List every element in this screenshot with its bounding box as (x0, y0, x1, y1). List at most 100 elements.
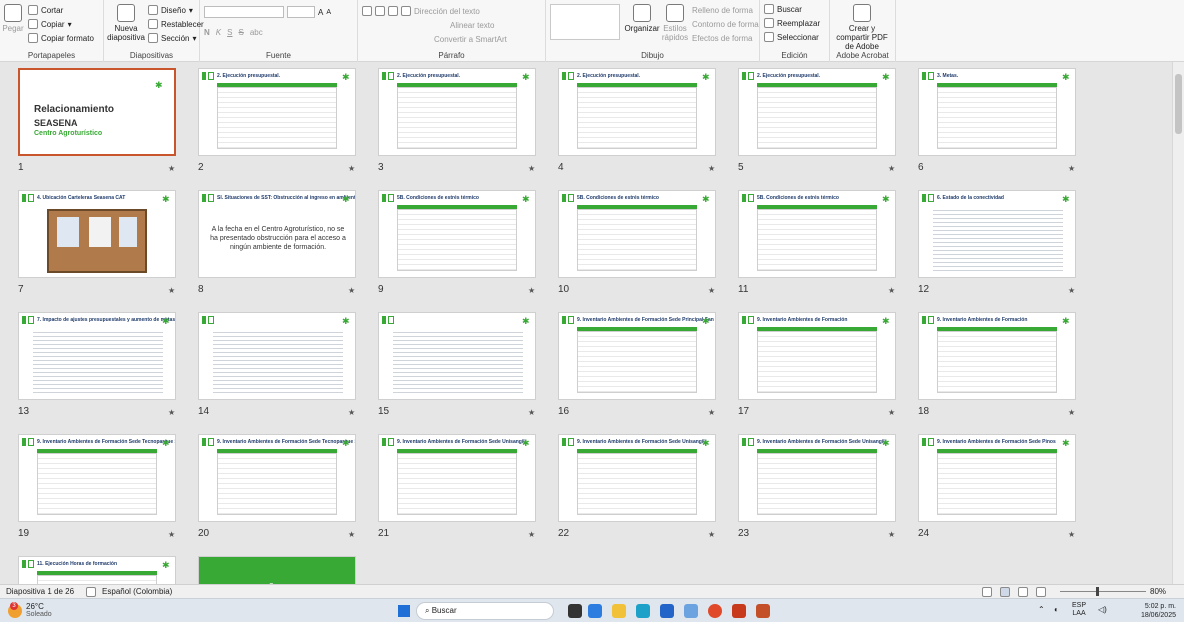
bold-button[interactable]: N (204, 28, 210, 37)
slide-thumbnail[interactable]: 11. Ejecución Horas de formación ✱ (18, 556, 176, 584)
reset-button[interactable]: Restablecer (148, 17, 204, 31)
outdent-icon[interactable] (401, 6, 411, 16)
transition-star-icon[interactable]: ★ (1068, 530, 1075, 539)
file-explorer-icon[interactable] (612, 604, 626, 618)
transition-star-icon[interactable]: ★ (888, 408, 895, 417)
find-button[interactable]: Buscar (764, 2, 825, 16)
transition-star-icon[interactable]: ★ (888, 164, 895, 173)
transition-star-icon[interactable]: ★ (1068, 164, 1075, 173)
powerpoint-icon[interactable] (756, 604, 770, 618)
numbering-icon[interactable] (375, 6, 385, 16)
copy-button[interactable]: Copiar ▾ (28, 17, 94, 31)
transition-star-icon[interactable]: ★ (528, 286, 535, 295)
transition-star-icon[interactable]: ★ (708, 408, 715, 417)
slide-thumbnail[interactable]: 3. Metas. ✱ (918, 68, 1076, 156)
transition-star-icon[interactable]: ★ (528, 408, 535, 417)
vertical-scrollbar[interactable] (1172, 62, 1184, 584)
transition-star-icon[interactable]: ★ (708, 286, 715, 295)
slide-thumbnail[interactable]: 9. Inventario Ambientes de Formación Sed… (558, 312, 716, 400)
transition-star-icon[interactable]: ★ (888, 530, 895, 539)
slide-thumbnail[interactable]: 4. Ubicación Carteleras Seasena CAT ✱ (18, 190, 176, 278)
slideshow-view-icon[interactable] (1036, 587, 1046, 597)
task-view-icon[interactable] (568, 604, 582, 618)
font-family-select[interactable] (204, 6, 284, 18)
slide-thumbnail[interactable]: 9. Inventario Ambientes de Formación Sed… (738, 434, 896, 522)
transition-star-icon[interactable]: ★ (348, 530, 355, 539)
slide-thumbnail[interactable]: 2. Ejecución presupuestal. ✱ (198, 68, 356, 156)
windows-start-icon[interactable] (398, 605, 410, 617)
replace-button[interactable]: Reemplazar (764, 16, 825, 30)
slide-thumbnail[interactable]: 9. Inventario Ambientes de Formación Sed… (378, 434, 536, 522)
bullets-icon[interactable] (362, 6, 372, 16)
quick-styles-button[interactable]: Estilos rápidos (660, 2, 690, 42)
zoom-slider[interactable] (1060, 587, 1146, 596)
slide-thumbnail[interactable]: 5B. Condiciones de estrés térmico ✱ (378, 190, 536, 278)
grow-font-button[interactable]: A (318, 8, 323, 17)
paste-button[interactable]: Pegar (2, 2, 24, 33)
char-spacing-button[interactable]: abc (250, 28, 263, 37)
network-icon[interactable]: ◐ (1054, 605, 1059, 614)
slide-thumbnail[interactable]: 9. Inventario Ambientes de Formación Sed… (198, 434, 356, 522)
acrobat-icon[interactable] (732, 604, 746, 618)
slide-thumbnail[interactable]: SI. Situaciones de SST: Obstrucción al i… (198, 190, 356, 278)
clock[interactable]: 5:02 p. m. 18/06/2025 (1126, 602, 1176, 620)
transition-star-icon[interactable]: ★ (168, 530, 175, 539)
indent-icon[interactable] (388, 6, 398, 16)
chevron-up-icon[interactable]: ⌃ (1038, 605, 1045, 614)
reading-view-icon[interactable] (1018, 587, 1028, 597)
shapes-gallery[interactable] (550, 4, 620, 40)
browser-icon[interactable] (588, 604, 602, 618)
slide-thumbnail[interactable]: 7. Impacto de ajustes presupuestales y a… (18, 312, 176, 400)
slide-sorter[interactable]: Relacionamiento SEASENA Centro Agroturísti… (0, 62, 1172, 584)
italic-button[interactable]: K (216, 28, 221, 37)
transition-star-icon[interactable]: ★ (528, 164, 535, 173)
transition-star-icon[interactable]: ★ (1068, 408, 1075, 417)
slide-thumbnail[interactable]: 2. Ejecución presupuestal. ✱ (738, 68, 896, 156)
slide-thumbnail[interactable]: Relacionamiento SEASENA Centro Agroturísti… (18, 68, 176, 156)
slide-thumbnail[interactable]: 6. Estado de la conectividad ✱ (918, 190, 1076, 278)
transition-star-icon[interactable]: ★ (708, 530, 715, 539)
scrollbar-thumb[interactable] (1175, 74, 1182, 134)
shrink-font-button[interactable]: A (326, 9, 331, 16)
cut-button[interactable]: Cortar (28, 3, 94, 17)
slide-thumbnail[interactable]: ✱ (198, 312, 356, 400)
transition-star-icon[interactable]: ★ (528, 530, 535, 539)
convert-smartart-button[interactable]: Convertir a SmartArt (362, 32, 541, 46)
format-painter-button[interactable]: Copiar formato (28, 31, 94, 45)
shape-fill-button[interactable]: Relleno de forma (692, 3, 759, 17)
layout-button[interactable]: Diseño ▾ (148, 3, 204, 17)
section-button[interactable]: Sección ▾ (148, 31, 204, 45)
align-text-button[interactable]: Alinear texto (362, 18, 541, 32)
speaker-icon[interactable]: ◁) (1098, 605, 1107, 614)
slide-thumbnail[interactable]: 9. Inventario Ambientes de Formación ✱ (918, 312, 1076, 400)
transition-star-icon[interactable]: ★ (348, 408, 355, 417)
sorter-view-icon[interactable] (1000, 587, 1010, 597)
transition-star-icon[interactable]: ★ (888, 286, 895, 295)
slide-thumbnail[interactable]: 2. Ejecución presupuestal. ✱ (378, 68, 536, 156)
shape-outline-button[interactable]: Contorno de forma (692, 17, 759, 31)
text-direction-button[interactable]: Dirección del texto (414, 7, 480, 16)
edge-icon[interactable] (636, 604, 650, 618)
transition-star-icon[interactable]: ★ (168, 286, 175, 295)
transition-star-icon[interactable]: ★ (708, 164, 715, 173)
slide-thumbnail[interactable]: 5B. Condiciones de estrés térmico ✱ (738, 190, 896, 278)
transition-star-icon[interactable]: ★ (1068, 286, 1075, 295)
normal-view-icon[interactable] (982, 587, 992, 597)
transition-star-icon[interactable]: ★ (348, 164, 355, 173)
transition-star-icon[interactable]: ★ (168, 408, 175, 417)
slide-thumbnail[interactable]: ✱ (198, 556, 356, 584)
font-size-select[interactable] (287, 6, 315, 18)
chrome-icon[interactable] (708, 604, 722, 618)
zoom-slider-thumb[interactable] (1096, 587, 1099, 596)
transition-star-icon[interactable]: ★ (348, 286, 355, 295)
taskbar-search[interactable]: ⌕ Buscar (416, 602, 554, 620)
teams-icon[interactable] (684, 604, 698, 618)
input-language[interactable]: ESP LAA (1072, 602, 1086, 618)
slide-thumbnail[interactable]: 9. Inventario Ambientes de Formación ✱ (738, 312, 896, 400)
arrange-button[interactable]: Organizar (624, 2, 660, 33)
outlook-icon[interactable] (660, 604, 674, 618)
slide-thumbnail[interactable]: 5B. Condiciones de estrés térmico ✱ (558, 190, 716, 278)
strikethrough-button[interactable]: S (238, 28, 243, 37)
zoom-level[interactable]: 80% (1150, 587, 1166, 596)
language-status[interactable]: Español (Colombia) (102, 587, 172, 596)
